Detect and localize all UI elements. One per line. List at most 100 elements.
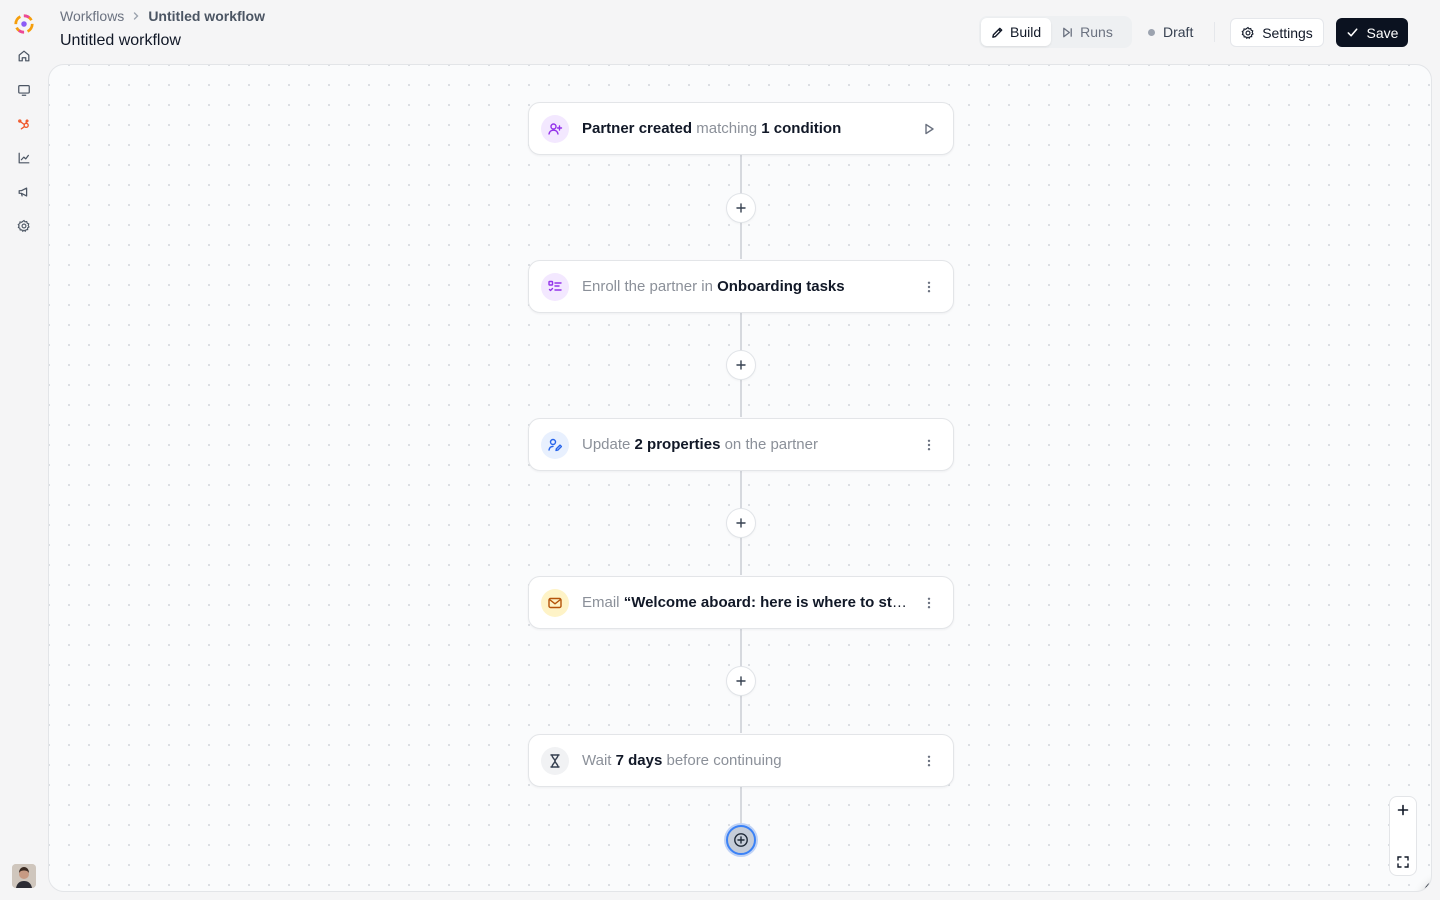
step-action-text: Email (582, 594, 624, 611)
page-title: Untitled workflow (60, 32, 181, 49)
step-action-text: Enroll the partner in (582, 278, 718, 295)
step-icon-wrap (541, 272, 569, 301)
step-target: 2 properties (634, 436, 721, 453)
run-trigger-button[interactable] (917, 117, 941, 141)
sidebar-item-analytics[interactable] (10, 144, 38, 172)
step-menu-button[interactable] (917, 275, 941, 299)
home-icon (18, 50, 30, 62)
step-action-text: Wait (582, 752, 616, 769)
add-step-button[interactable] (726, 508, 756, 538)
step-icon-wrap (541, 746, 569, 775)
mail-icon (548, 597, 562, 608)
trigger-connector-word: matching (692, 120, 762, 137)
status-label: Draft (1163, 24, 1194, 40)
wait-duration: 7 days (615, 752, 663, 769)
more-vertical-icon (927, 755, 931, 766)
trigger-text: Partner created matching 1 condition (582, 120, 911, 137)
user-avatar-icon (12, 864, 36, 888)
chevron-right-icon (131, 11, 141, 21)
header-divider (1214, 22, 1215, 42)
mode-toggle: Build Runs (979, 16, 1132, 48)
settings-button-label: Settings (1262, 24, 1313, 41)
fullscreen-icon (1397, 856, 1409, 868)
monitor-icon (18, 85, 30, 96)
step-menu-button[interactable] (917, 591, 941, 615)
sidebar-item-integrations[interactable] (10, 110, 38, 138)
megaphone-icon (18, 187, 28, 197)
left-rail (0, 0, 48, 900)
add-step-button[interactable] (726, 193, 756, 223)
sidebar-item-programs[interactable] (10, 76, 38, 104)
step-icon-wrap (541, 588, 569, 617)
step-suffix: on the partner (720, 436, 818, 453)
zoom-controls (1389, 796, 1417, 876)
workflow-canvas[interactable]: Partner created matching 1 condition Enr… (48, 64, 1432, 892)
step-node-email[interactable]: Email “Welcome aboard: here is where to … (528, 576, 954, 629)
status-badge: Draft (1148, 16, 1193, 48)
more-vertical-icon (927, 281, 931, 292)
play-skip-icon (1063, 27, 1073, 37)
step-node-enroll[interactable]: Enroll the partner in Onboarding tasks (528, 260, 954, 313)
step-action-text: Update (582, 436, 635, 453)
step-target: Onboarding tasks (717, 278, 845, 295)
tab-runs[interactable]: Runs (1051, 18, 1123, 46)
step-text: Update 2 properties on the partner (582, 436, 911, 453)
breadcrumb: Workflows Untitled workflow (60, 7, 265, 25)
checklist-icon (548, 280, 562, 291)
save-button[interactable]: Save (1336, 18, 1408, 47)
avatar[interactable] (12, 864, 36, 888)
plus-circle-icon (734, 833, 748, 847)
gear-icon (17, 219, 30, 233)
plus-icon (736, 676, 746, 686)
plus-icon (736, 518, 746, 528)
sidebar-item-home[interactable] (10, 42, 38, 70)
connector-line (740, 787, 742, 827)
breadcrumb-current: Untitled workflow (148, 8, 265, 24)
fit-view-button[interactable] (1390, 849, 1416, 875)
more-vertical-icon (927, 439, 931, 450)
hourglass-icon (550, 753, 560, 768)
sidebar-item-campaigns[interactable] (10, 178, 38, 206)
sidebar-item-settings[interactable] (10, 212, 38, 240)
step-text: Wait 7 days before continuing (582, 752, 911, 769)
breadcrumb-workflows-link[interactable]: Workflows (60, 8, 124, 24)
save-button-label: Save (1366, 24, 1399, 41)
trigger-node[interactable]: Partner created matching 1 condition (528, 102, 954, 155)
chart-icon (18, 152, 30, 164)
pencil-icon (992, 27, 1003, 38)
plus-icon (736, 203, 746, 213)
gear-icon (1241, 26, 1254, 39)
chat-button[interactable] (1421, 877, 1431, 891)
step-menu-button[interactable] (917, 433, 941, 457)
settings-button[interactable]: Settings (1230, 18, 1324, 47)
step-node-update[interactable]: Update 2 properties on the partner (528, 418, 954, 471)
status-dot (1148, 28, 1155, 36)
more-vertical-icon (927, 597, 931, 608)
check-icon (1347, 28, 1357, 37)
app-logo[interactable] (12, 12, 36, 36)
step-node-wait[interactable]: Wait 7 days before continuing (528, 734, 954, 787)
trigger-event: Partner created (582, 120, 693, 137)
hubspot-icon (18, 119, 29, 130)
tab-runs-label: Runs (1080, 24, 1113, 40)
plus-icon (736, 360, 746, 370)
play-icon (925, 123, 934, 134)
step-menu-button[interactable] (917, 749, 941, 773)
zoom-in-button[interactable] (1390, 797, 1416, 823)
step-icon-wrap (541, 430, 569, 459)
add-step-button[interactable] (726, 350, 756, 380)
user-plus-icon (548, 122, 563, 135)
tab-build-label: Build (1010, 24, 1042, 40)
user-edit-icon (548, 438, 563, 451)
step-suffix: before continuing (662, 752, 782, 769)
logo-icon (14, 14, 34, 34)
tab-build[interactable]: Build (981, 18, 1052, 46)
trigger-icon-wrap (541, 114, 569, 143)
trigger-condition: 1 condition (761, 120, 842, 137)
plus-icon (1397, 804, 1409, 816)
email-subject: “Welcome aboard: here is where to start” (623, 594, 911, 611)
add-final-step-button[interactable] (726, 825, 756, 855)
step-text: Email “Welcome aboard: here is where to … (582, 594, 911, 611)
add-step-button[interactable] (726, 666, 756, 696)
step-text: Enroll the partner in Onboarding tasks (582, 278, 911, 295)
